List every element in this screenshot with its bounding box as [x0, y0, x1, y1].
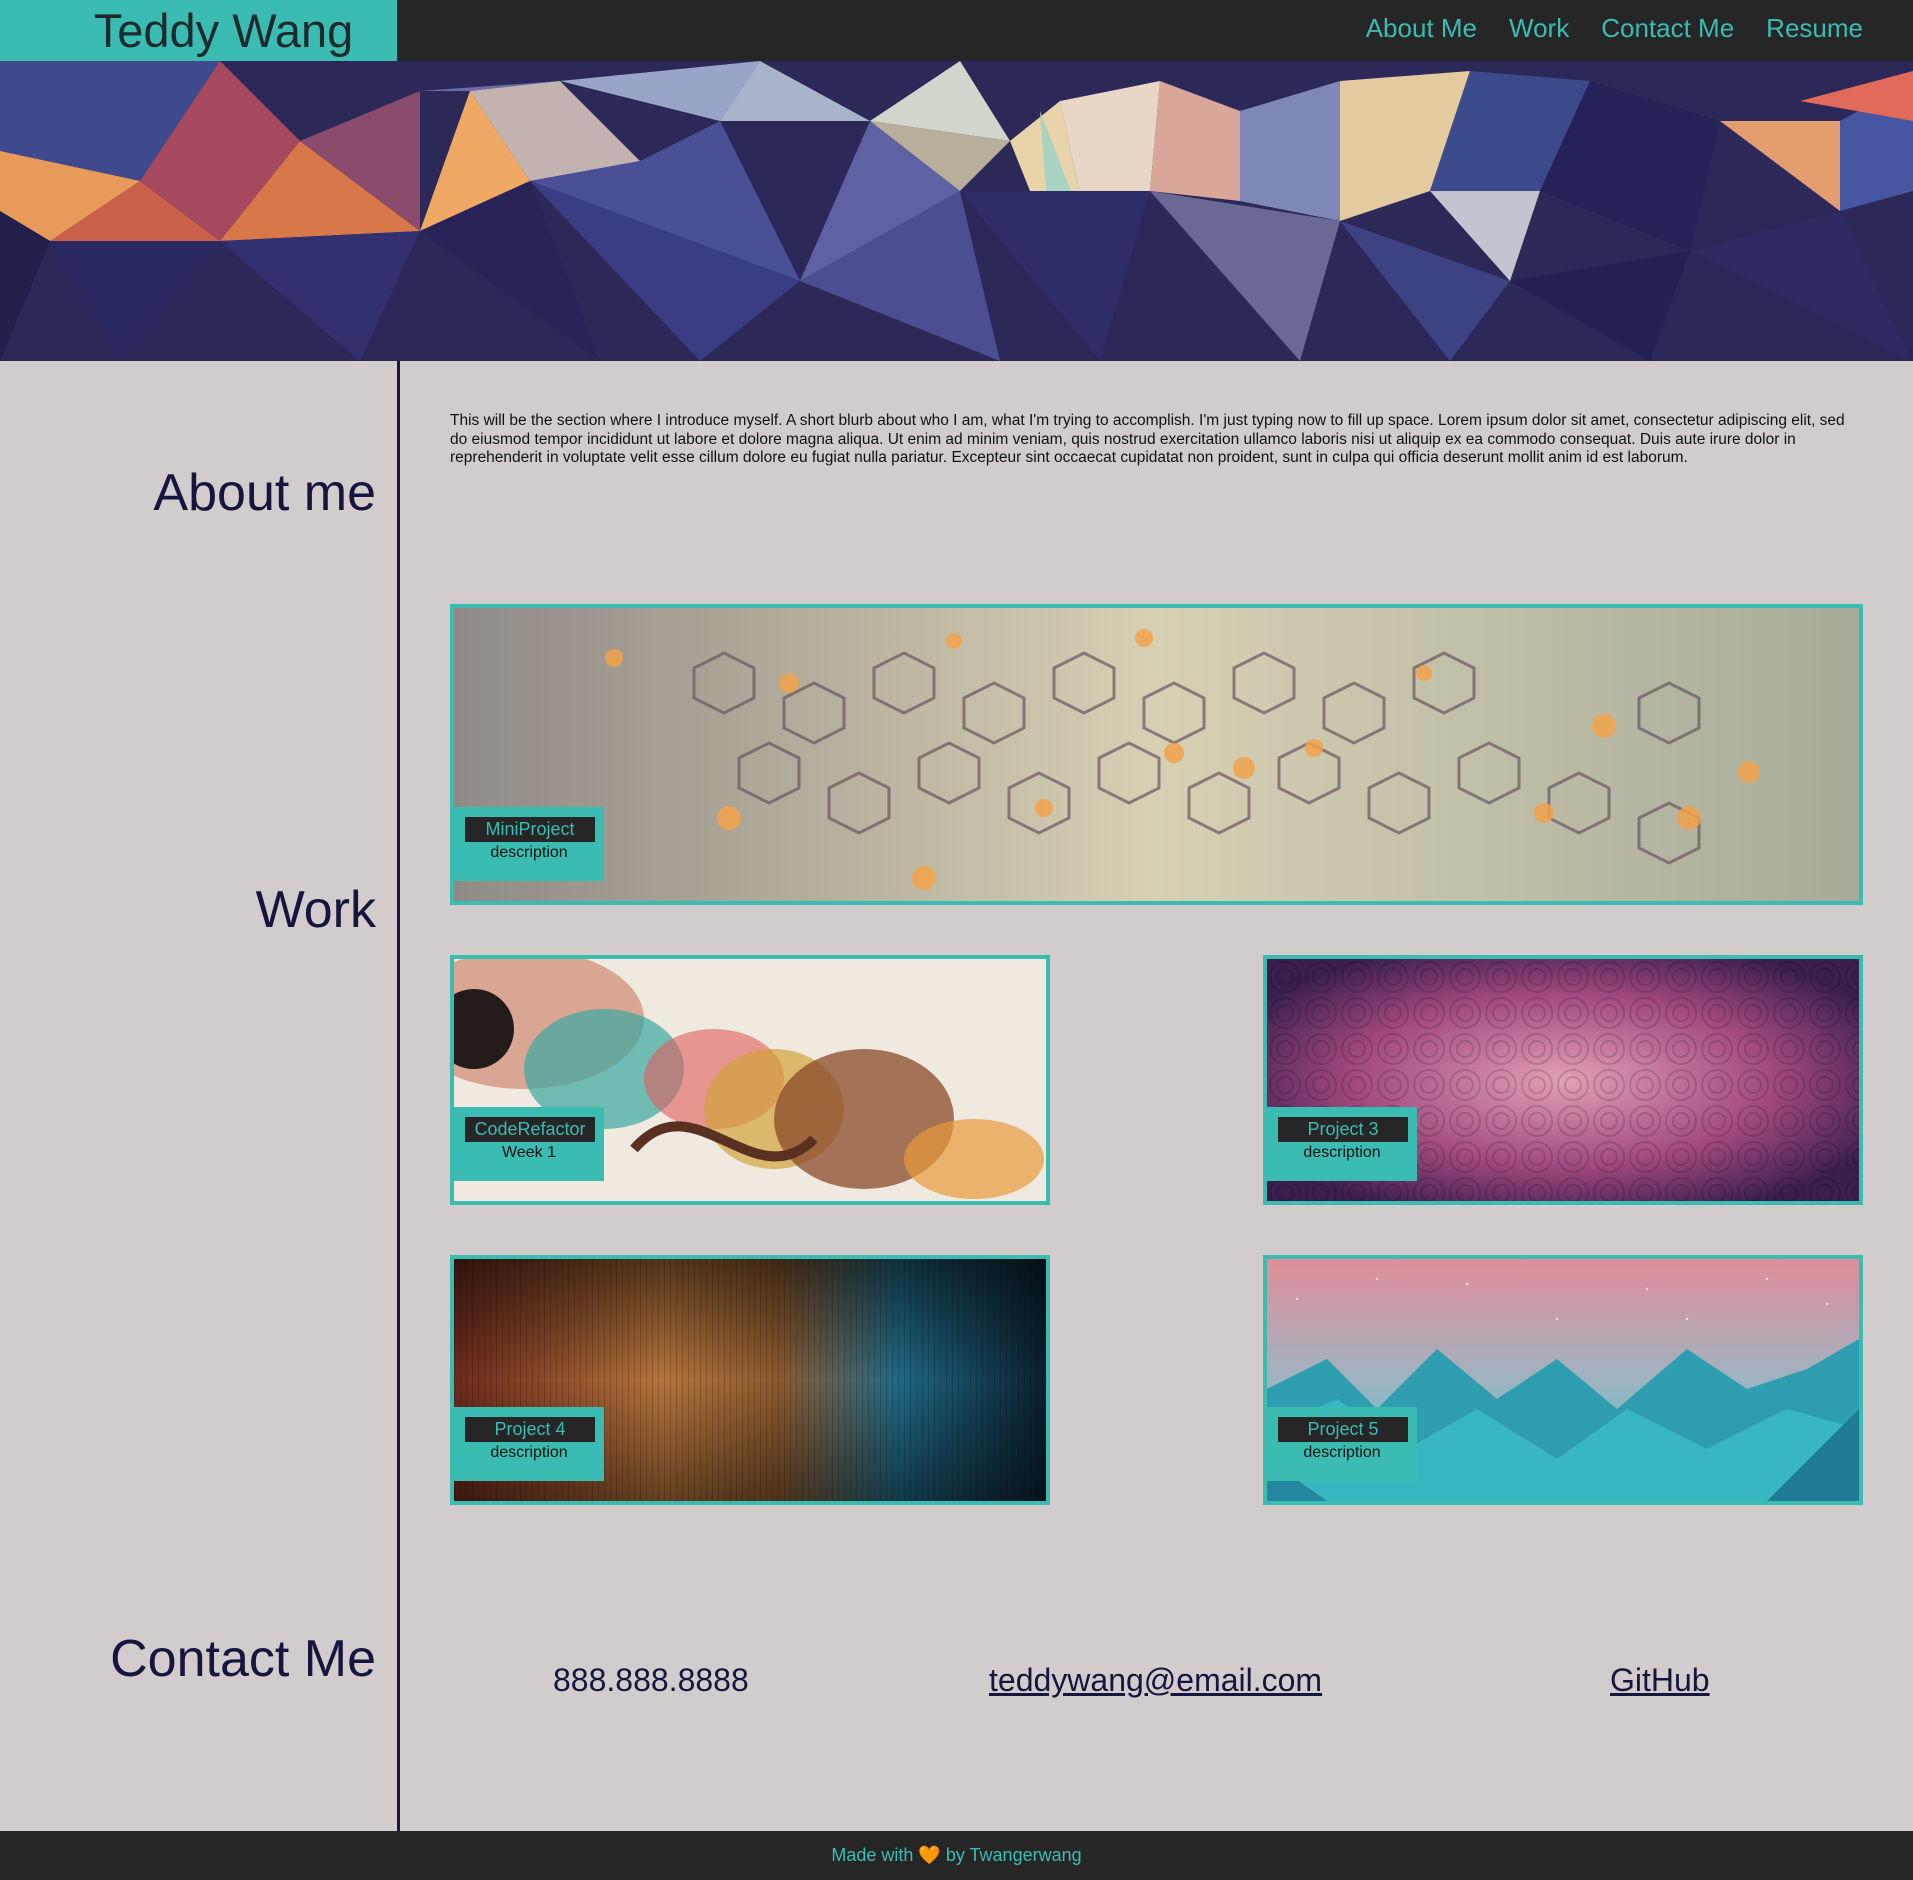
project-caption: Project 5 description [1267, 1407, 1417, 1481]
sidebar-divider [397, 361, 400, 1831]
nav-about-link[interactable]: About Me [1366, 13, 1477, 44]
project-title: CodeRefactor [465, 1117, 595, 1142]
footer-prefix: Made with [831, 1845, 914, 1865]
main-nav: About Me Work Contact Me Resume [1366, 13, 1863, 44]
project-description: description [490, 1444, 568, 1461]
project-card-coderefactor[interactable]: CodeRefactor Week 1 [450, 955, 1050, 1205]
work-heading: Work [255, 881, 376, 939]
project-title: Project 5 [1278, 1417, 1408, 1442]
project-title: Project 4 [465, 1417, 595, 1442]
project-caption: MiniProject description [454, 807, 604, 881]
project-card-project-4[interactable]: Project 4 description [450, 1255, 1050, 1505]
project-title: MiniProject [465, 817, 595, 842]
top-navbar: Teddy Wang About Me Work Contact Me Resu… [0, 0, 1913, 61]
project-caption: Project 4 description [454, 1407, 604, 1481]
contact-heading: Contact Me [110, 1630, 376, 1688]
project-image-hexagons [454, 608, 1859, 901]
about-heading: About me [153, 464, 376, 522]
site-title[interactable]: Teddy Wang [0, 3, 447, 58]
nav-contact-link[interactable]: Contact Me [1601, 13, 1734, 44]
contact-phone: 888.888.8888 [553, 1662, 749, 1698]
footer-suffix: by Twangerwang [945, 1845, 1082, 1865]
project-description: description [1303, 1444, 1381, 1461]
project-description: Week 1 [502, 1144, 556, 1161]
footer: Made with 🧡 by Twangerwang [0, 1831, 1913, 1880]
hero-banner-image [0, 61, 1913, 361]
project-description: description [490, 844, 568, 861]
project-caption: CodeRefactor Week 1 [454, 1107, 604, 1181]
project-caption: Project 3 description [1267, 1107, 1417, 1181]
contact-email-link[interactable]: teddywang@email.com [989, 1662, 1322, 1699]
nav-work-link[interactable]: Work [1509, 13, 1569, 44]
project-description: description [1303, 1144, 1381, 1161]
contact-github-link[interactable]: GitHub [1610, 1662, 1710, 1699]
about-paragraph: This will be the section where I introdu… [450, 412, 1845, 466]
heart-icon: 🧡 [918, 1845, 941, 1865]
project-card-miniproject[interactable]: MiniProject description [450, 604, 1863, 905]
project-card-project-5[interactable]: Project 5 description [1263, 1255, 1863, 1505]
project-title: Project 3 [1278, 1117, 1408, 1142]
project-card-project-3[interactable]: Project 3 description [1263, 955, 1863, 1205]
nav-resume-link[interactable]: Resume [1766, 13, 1863, 44]
